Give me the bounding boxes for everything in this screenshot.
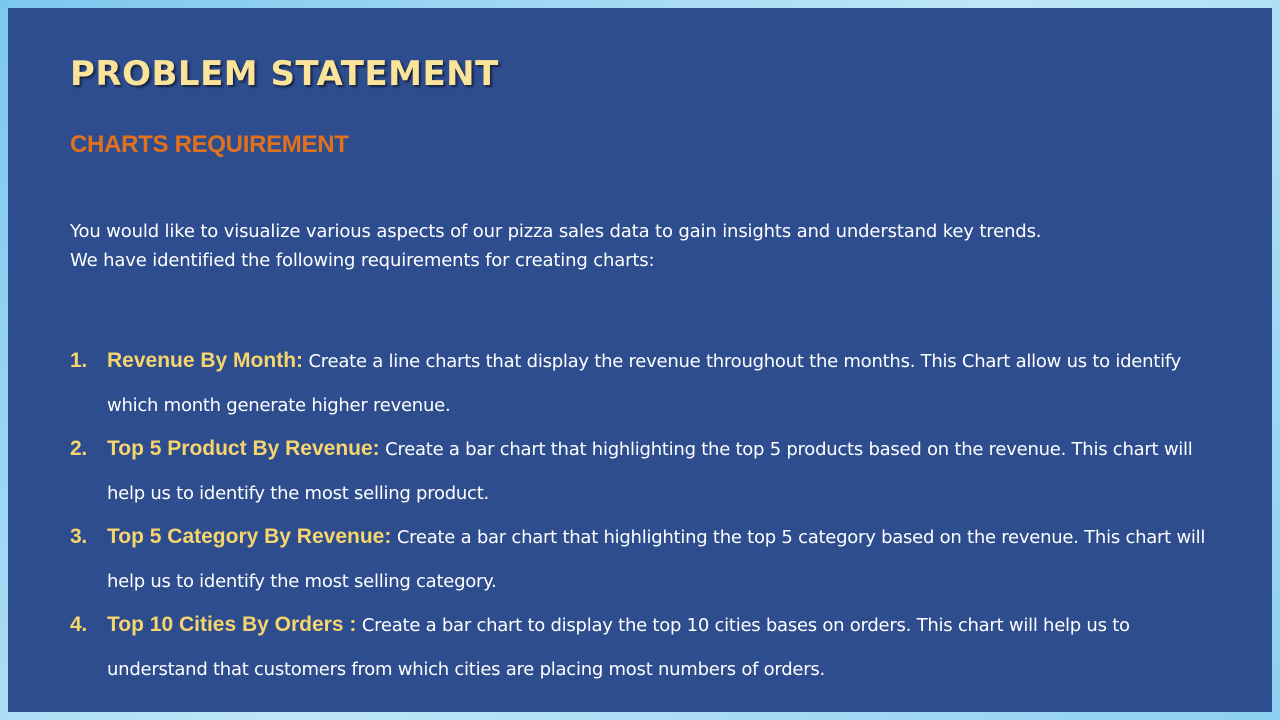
requirement-number: 2. [70,437,88,460]
requirement-item: 2. Top 5 Product By Revenue: Create a ba… [70,427,1210,515]
requirement-label: Top 10 Cities By Orders : [107,613,357,636]
requirements-list: 1. Revenue By Month: Create a line chart… [70,339,1210,691]
requirement-number: 1. [70,349,88,372]
slide-title: PROBLEM STATEMENT [70,54,499,94]
requirement-label: Revenue By Month: [107,349,304,372]
requirement-label: Top 5 Category By Revenue: [107,525,392,548]
requirement-label: Top 5 Product By Revenue: [107,437,380,460]
requirement-item: 1. Revenue By Month: Create a line chart… [70,339,1210,427]
requirement-number: 3. [70,525,88,548]
requirement-item: 4. Top 10 Cities By Orders : Create a ba… [70,603,1210,691]
requirement-number: 4. [70,613,88,636]
slide-subtitle: CHARTS REQUIREMENT [70,131,349,158]
slide: PROBLEM STATEMENT CHARTS REQUIREMENT You… [8,8,1272,712]
requirement-item: 3. Top 5 Category By Revenue: Create a b… [70,515,1210,603]
intro-paragraph: You would like to visualize various aspe… [70,221,1042,271]
